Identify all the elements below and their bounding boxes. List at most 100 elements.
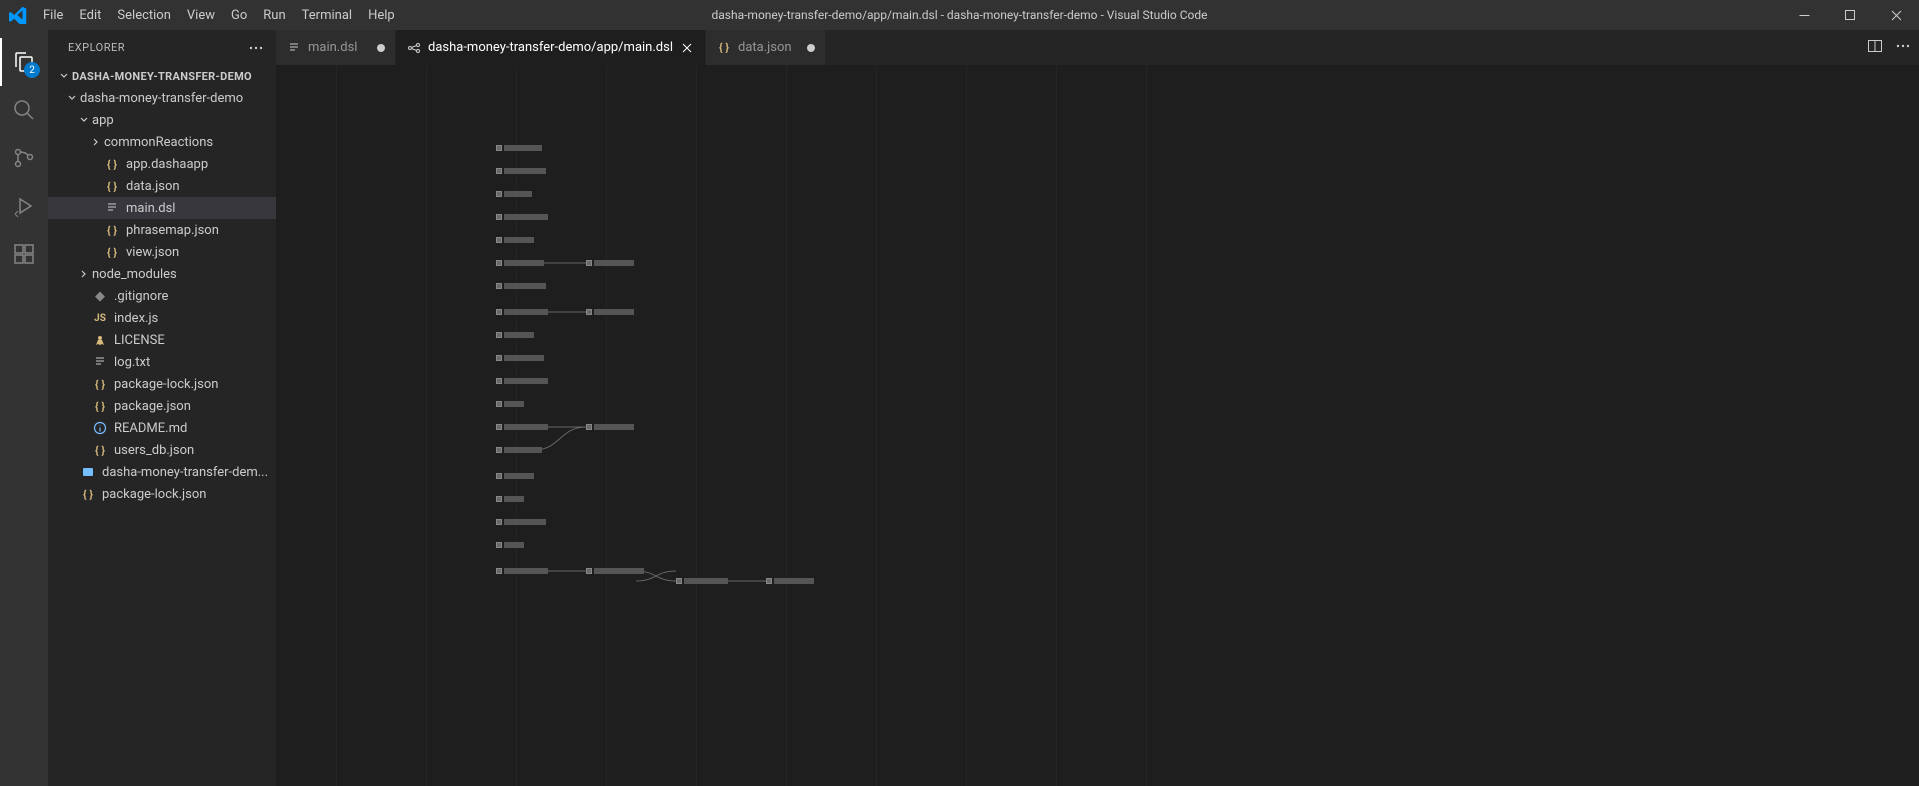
graph-node[interactable] <box>496 214 548 220</box>
tree-file[interactable]: { }data.json <box>48 175 276 197</box>
node-body[interactable] <box>504 519 546 525</box>
node-port[interactable] <box>496 424 502 430</box>
node-port[interactable] <box>586 568 592 574</box>
node-body[interactable] <box>504 168 546 174</box>
node-body[interactable] <box>774 578 814 584</box>
close-button[interactable] <box>1873 0 1919 30</box>
graph-node[interactable] <box>496 496 524 502</box>
graph-node[interactable] <box>586 260 634 266</box>
node-port[interactable] <box>496 309 502 315</box>
node-body[interactable] <box>504 214 548 220</box>
node-body[interactable] <box>504 568 548 574</box>
node-body[interactable] <box>504 260 544 266</box>
node-body[interactable] <box>594 260 634 266</box>
tree-file[interactable]: { }package-lock.json <box>48 483 276 505</box>
menu-help[interactable]: Help <box>360 0 403 30</box>
node-port[interactable] <box>496 378 502 384</box>
graph-node[interactable] <box>676 578 728 584</box>
tab-main-dsl-graph[interactable]: dasha-money-transfer-demo/app/main.dsl <box>396 30 706 65</box>
node-port[interactable] <box>496 168 502 174</box>
node-port[interactable] <box>496 237 502 243</box>
node-port[interactable] <box>496 519 502 525</box>
graph-node[interactable] <box>496 283 546 289</box>
activity-run-debug[interactable] <box>0 182 48 230</box>
node-port[interactable] <box>496 542 502 548</box>
graph-node[interactable] <box>496 309 548 315</box>
graph-node[interactable] <box>496 332 534 338</box>
tab-close-button[interactable] <box>679 40 695 56</box>
graph-node[interactable] <box>496 355 544 361</box>
tree-folder[interactable]: dasha-money-transfer-demo <box>48 87 276 109</box>
node-body[interactable] <box>504 447 542 453</box>
node-port[interactable] <box>496 260 502 266</box>
tree-folder[interactable]: commonReactions <box>48 131 276 153</box>
node-port[interactable] <box>496 214 502 220</box>
node-body[interactable] <box>504 401 524 407</box>
menu-run[interactable]: Run <box>255 0 293 30</box>
node-body[interactable] <box>504 355 544 361</box>
graph-node[interactable] <box>496 519 546 525</box>
node-port[interactable] <box>496 473 502 479</box>
graph-canvas[interactable] <box>276 65 1919 786</box>
activity-explorer[interactable]: 2 <box>0 38 48 86</box>
node-body[interactable] <box>504 332 534 338</box>
tree-file[interactable]: JSindex.js <box>48 307 276 329</box>
split-editor-button[interactable] <box>1867 38 1883 58</box>
tree-file[interactable]: { }package.json <box>48 395 276 417</box>
maximize-button[interactable] <box>1827 0 1873 30</box>
graph-node[interactable] <box>496 424 548 430</box>
sidebar-actions[interactable] <box>248 40 264 56</box>
activity-search[interactable] <box>0 86 48 134</box>
menu-terminal[interactable]: Terminal <box>294 0 360 30</box>
tree-file[interactable]: log.txt <box>48 351 276 373</box>
node-port[interactable] <box>496 332 502 338</box>
more-icon[interactable] <box>248 40 264 56</box>
graph-node[interactable] <box>496 260 544 266</box>
tree-file[interactable]: README.md <box>48 417 276 439</box>
node-port[interactable] <box>766 578 772 584</box>
node-port[interactable] <box>586 260 592 266</box>
node-port[interactable] <box>496 355 502 361</box>
more-actions-button[interactable] <box>1895 38 1911 58</box>
menu-view[interactable]: View <box>179 0 223 30</box>
graph-node[interactable] <box>496 473 534 479</box>
node-port[interactable] <box>496 401 502 407</box>
node-body[interactable] <box>504 378 548 384</box>
node-body[interactable] <box>504 283 546 289</box>
activity-source-control[interactable] <box>0 134 48 182</box>
node-port[interactable] <box>676 578 682 584</box>
tree-file[interactable]: { }package-lock.json <box>48 373 276 395</box>
node-port[interactable] <box>586 309 592 315</box>
node-port[interactable] <box>586 424 592 430</box>
tree-file[interactable]: { }view.json <box>48 241 276 263</box>
graph-node[interactable] <box>496 568 548 574</box>
node-port[interactable] <box>496 496 502 502</box>
graph-node[interactable] <box>496 401 524 407</box>
node-body[interactable] <box>594 568 644 574</box>
node-port[interactable] <box>496 145 502 151</box>
menu-selection[interactable]: Selection <box>109 0 178 30</box>
node-body[interactable] <box>504 237 534 243</box>
node-port[interactable] <box>496 191 502 197</box>
menu-go[interactable]: Go <box>223 0 255 30</box>
graph-node[interactable] <box>766 578 814 584</box>
tab-data-json[interactable]: { } data.json <box>706 30 826 65</box>
menu-edit[interactable]: Edit <box>71 0 109 30</box>
node-port[interactable] <box>496 568 502 574</box>
node-body[interactable] <box>504 542 524 548</box>
node-body[interactable] <box>594 309 634 315</box>
folder-header[interactable]: DASHA-MONEY-TRANSFER-DEMO <box>48 65 276 87</box>
graph-node[interactable] <box>496 378 548 384</box>
graph-node[interactable] <box>496 145 542 151</box>
activity-extensions[interactable] <box>0 230 48 278</box>
menu-file[interactable]: File <box>35 0 71 30</box>
tree-file[interactable]: LICENSE <box>48 329 276 351</box>
file-tree[interactable]: dasha-money-transfer-demoappcommonReacti… <box>48 87 276 786</box>
graph-node[interactable] <box>496 237 534 243</box>
tab-main-dsl[interactable]: main.dsl <box>276 30 396 65</box>
tree-file[interactable]: dasha-money-transfer-dem... <box>48 461 276 483</box>
node-body[interactable] <box>504 473 534 479</box>
tree-file[interactable]: { }users_db.json <box>48 439 276 461</box>
node-body[interactable] <box>504 145 542 151</box>
tree-file[interactable]: main.dsl <box>48 197 276 219</box>
